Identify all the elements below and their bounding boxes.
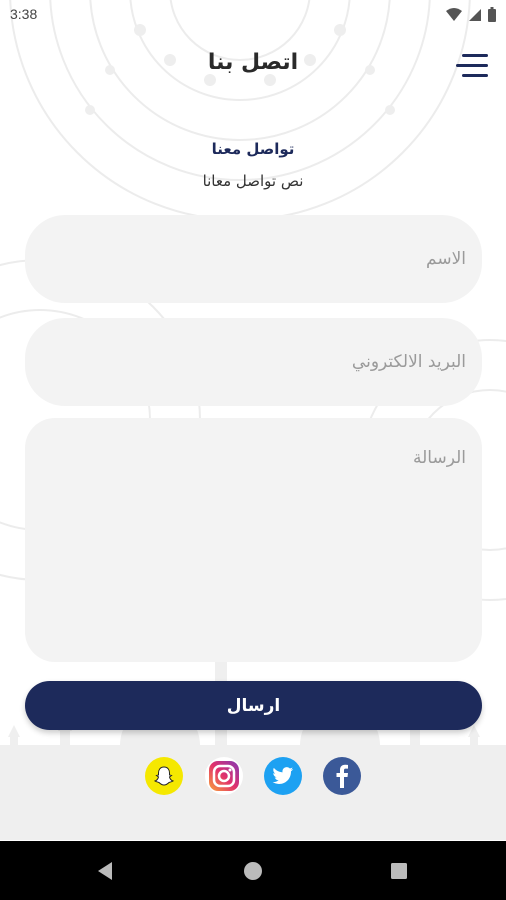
- facebook-link[interactable]: [323, 757, 361, 795]
- nav-home-button[interactable]: [223, 841, 283, 900]
- wifi-icon: [446, 7, 462, 26]
- name-field[interactable]: [25, 215, 482, 303]
- facebook-icon: [336, 764, 348, 788]
- nav-back-button[interactable]: [75, 841, 135, 900]
- back-icon: [98, 861, 112, 880]
- contact-intro: تواصل معنا نص تواصل معانا: [0, 140, 506, 190]
- intro-text: نص تواصل معانا: [202, 172, 304, 190]
- battery-icon: [488, 7, 496, 26]
- snapchat-link[interactable]: [145, 757, 183, 795]
- recents-icon: [391, 862, 407, 879]
- app-header: اتصل بنا: [0, 40, 506, 96]
- page-title: اتصل بنا: [207, 50, 299, 75]
- snapchat-icon: [153, 766, 175, 786]
- status-time: 3:38: [10, 6, 38, 22]
- status-icons: [446, 7, 496, 26]
- email-field[interactable]: [25, 318, 482, 406]
- message-field[interactable]: [25, 418, 482, 662]
- social-links: [0, 757, 506, 797]
- status-bar: 3:38: [0, 0, 506, 30]
- menu-icon: [456, 54, 488, 77]
- menu-button[interactable]: [456, 52, 490, 80]
- nav-recents-button[interactable]: [369, 841, 429, 900]
- instagram-link[interactable]: [205, 757, 243, 795]
- home-icon: [244, 861, 262, 880]
- instagram-icon: [209, 761, 239, 791]
- twitter-icon: [272, 767, 294, 784]
- intro-title: تواصل معنا: [211, 140, 295, 158]
- navigation-bar: [0, 841, 506, 900]
- twitter-link[interactable]: [264, 757, 302, 795]
- send-button[interactable]: ارسال: [25, 681, 482, 730]
- signal-icon: [468, 7, 482, 26]
